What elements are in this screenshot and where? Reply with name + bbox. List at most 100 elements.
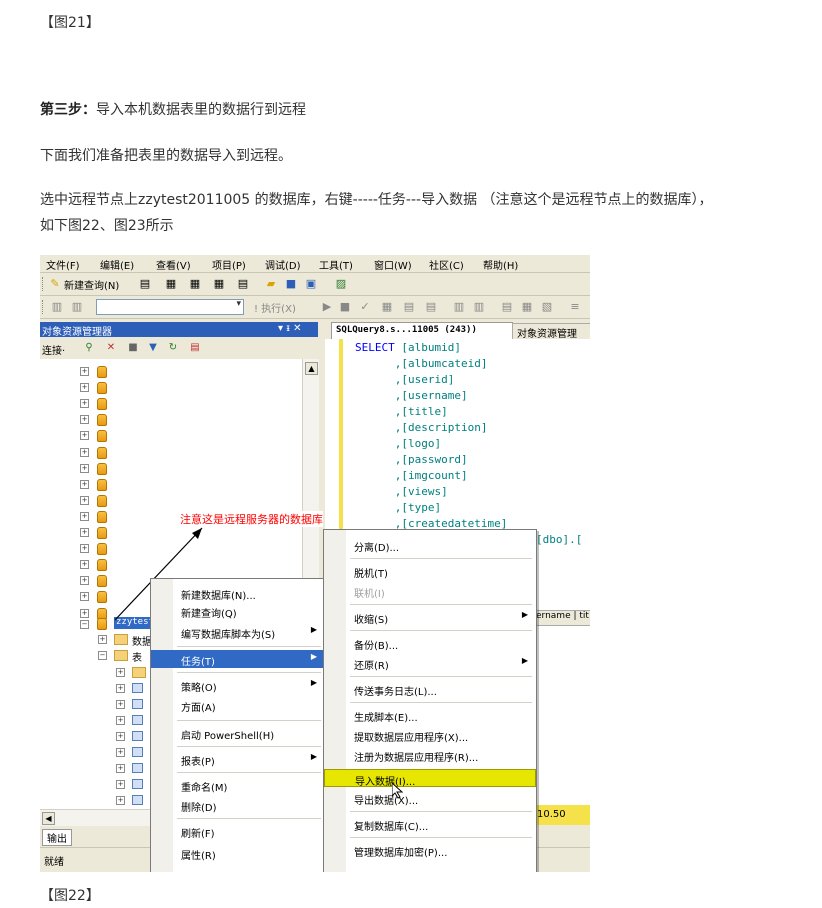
pane-pin-close[interactable]: ▾ ᵻ ✕ — [278, 323, 301, 334]
execute-button[interactable]: ! 执行(X) — [254, 300, 296, 315]
stop-oe-icon[interactable]: ■ — [126, 341, 140, 355]
task-item-detach[interactable]: 分离(D)... — [324, 536, 536, 554]
menu-edit[interactable]: 编辑(E) — [100, 257, 134, 272]
tree-expander[interactable]: + — [80, 447, 89, 457]
task-item-bring-online[interactable]: 联机(I) — [324, 582, 536, 600]
menu-item-policies[interactable]: 策略(O) ▶ — [151, 676, 325, 694]
connect-button[interactable]: 连接· — [42, 342, 65, 357]
task-item-extract-data-tier-app[interactable]: 提取数据层应用程序(X)... — [324, 726, 536, 744]
results-file-icon[interactable]: ▧ — [540, 300, 554, 314]
task-item-ship-transaction-logs[interactable]: 传送事务日志(L)... — [324, 680, 536, 698]
menu-item-rename[interactable]: 重命名(M) — [151, 776, 325, 794]
tree-expander[interactable]: + — [116, 796, 125, 805]
results-grid[interactable]: ername | tit — [535, 598, 590, 798]
menu-item-properties[interactable]: 属性(R) — [151, 844, 325, 862]
db-query-icon[interactable]: ▦ — [164, 277, 178, 291]
save-all-icon[interactable]: ▣ — [304, 277, 318, 291]
results-text-icon[interactable]: ▤ — [500, 300, 514, 314]
intellisense-icon[interactable]: ▤ — [424, 300, 438, 314]
scroll-left-icon[interactable]: ◀ — [42, 812, 55, 825]
tree-expander[interactable]: + — [80, 576, 89, 586]
tree-expander[interactable]: + — [80, 399, 89, 409]
xmla-query-icon[interactable]: ▤ — [236, 277, 250, 291]
menu-item-reports[interactable]: 报表(P) ▶ — [151, 750, 325, 768]
refresh-icon[interactable]: ↻ — [166, 341, 180, 355]
comment-icon[interactable]: ≡ — [568, 300, 582, 314]
menu-item-script-database-as[interactable]: 编写数据库脚本为(S) ▶ — [151, 623, 325, 641]
tree-expander[interactable]: + — [80, 544, 89, 554]
tab-sql-query[interactable]: SQLQuery8.s...11005 (243)) — [331, 322, 513, 339]
menu-window[interactable]: 窗口(W) — [374, 257, 412, 272]
task-item-take-offline[interactable]: 脱机(T) — [324, 562, 536, 580]
stop-icon[interactable]: ■ — [338, 300, 352, 314]
task-item-generate-scripts[interactable]: 生成脚本(E)... — [324, 706, 536, 724]
tree-data-node-label[interactable]: 数据 — [132, 633, 152, 648]
task-item-register-data-tier-app[interactable]: 注册为数据层应用程序(R)... — [324, 746, 536, 764]
save-icon[interactable]: ■ — [284, 277, 298, 291]
menu-file[interactable]: 文件(F) — [46, 257, 80, 272]
task-item-shrink[interactable]: 收缩(S) ▶ — [324, 608, 536, 626]
tree-expander[interactable]: + — [80, 463, 89, 473]
tree-expander[interactable]: + — [80, 383, 89, 393]
menu-view[interactable]: 查看(V) — [156, 257, 191, 272]
tree-expander[interactable]: + — [116, 716, 125, 725]
toolbar-grip-2[interactable] — [42, 300, 46, 314]
task-item-manage-encryption[interactable]: 管理数据库加密(P)... — [324, 841, 536, 859]
toolbar-grip[interactable] — [42, 277, 46, 291]
database-select[interactable] — [96, 299, 244, 315]
tree-expander[interactable]: − — [98, 651, 107, 660]
tree-expander[interactable]: + — [80, 511, 89, 521]
tree-expander[interactable]: + — [116, 764, 125, 773]
tree-expander[interactable]: + — [98, 635, 107, 644]
analysis-query-icon[interactable]: ▦ — [188, 277, 202, 291]
display-plan-icon[interactable]: ▦ — [380, 300, 394, 314]
results-grid-icon[interactable]: ▦ — [520, 300, 534, 314]
include-plan-icon[interactable]: ▥ — [452, 300, 466, 314]
menu-item-delete[interactable]: 删除(D) — [151, 796, 325, 814]
task-item-backup[interactable]: 备份(B)... — [324, 634, 536, 652]
tree-collapse[interactable]: − — [80, 620, 89, 629]
change-connection-icon[interactable]: ▥ — [70, 300, 84, 314]
open-folder-icon[interactable]: ▰ — [264, 277, 278, 291]
tree-expander[interactable]: + — [80, 415, 89, 425]
task-item-copy-database[interactable]: 复制数据库(C)... — [324, 815, 536, 833]
client-stats-icon[interactable]: ▥ — [472, 300, 486, 314]
summary-icon[interactable]: ▤ — [188, 341, 202, 355]
tree-expander[interactable]: + — [80, 560, 89, 570]
new-query-button[interactable]: 新建查询(N) — [64, 277, 119, 292]
scroll-up-icon[interactable]: ▲ — [305, 362, 318, 375]
tree-expander[interactable]: + — [80, 528, 89, 537]
task-item-import-data[interactable]: 导入数据(I)... — [324, 769, 536, 788]
tree-expander[interactable]: + — [80, 608, 89, 618]
tree-expander[interactable]: + — [80, 479, 89, 489]
menu-project[interactable]: 项目(P) — [212, 257, 246, 272]
parse-icon[interactable]: ✓ — [358, 300, 372, 314]
menu-item-tasks[interactable]: 任务(T) ▶ — [151, 650, 325, 668]
tree-expander[interactable]: + — [80, 431, 89, 441]
query-options-icon[interactable]: ▤ — [402, 300, 416, 314]
menu-item-facets[interactable]: 方面(A) — [151, 696, 325, 714]
tree-expander[interactable]: + — [80, 592, 89, 602]
menu-item-new-query[interactable]: 新建查询(Q) — [151, 602, 325, 620]
tree-expander[interactable]: + — [116, 668, 125, 677]
tree-expander[interactable]: + — [116, 684, 125, 693]
menu-debug[interactable]: 调试(D) — [265, 257, 301, 272]
tree-expander[interactable]: + — [116, 780, 125, 789]
disconnect-icon[interactable]: ✕ — [104, 341, 118, 355]
tab-object-explorer-details[interactable]: 对象资源管理 — [512, 323, 590, 340]
menu-help[interactable]: 帮助(H) — [483, 257, 518, 272]
task-item-restore[interactable]: 还原(R) ▶ — [324, 654, 536, 672]
menu-community[interactable]: 社区(C) — [429, 257, 464, 272]
menu-item-refresh[interactable]: 刷新(F) — [151, 822, 325, 840]
debug-icon[interactable]: ▶ — [320, 300, 334, 314]
menu-item-start-powershell[interactable]: 启动 PowerShell(H) — [151, 724, 325, 742]
connect-icon[interactable]: ▥ — [50, 300, 64, 314]
menu-item-new-database[interactable]: 新建数据库(N)... — [151, 584, 325, 602]
connect-db-icon[interactable]: ⚲ — [82, 341, 96, 355]
tree-expander[interactable]: + — [80, 367, 89, 376]
menu-tools[interactable]: 工具(T) — [319, 257, 353, 272]
tree-expander[interactable]: + — [116, 748, 125, 757]
tree-expander[interactable]: + — [116, 700, 125, 709]
task-item-export-data[interactable]: 导出数据(X)... — [324, 789, 536, 807]
tree-tables-node-label[interactable]: 表 — [132, 649, 142, 664]
